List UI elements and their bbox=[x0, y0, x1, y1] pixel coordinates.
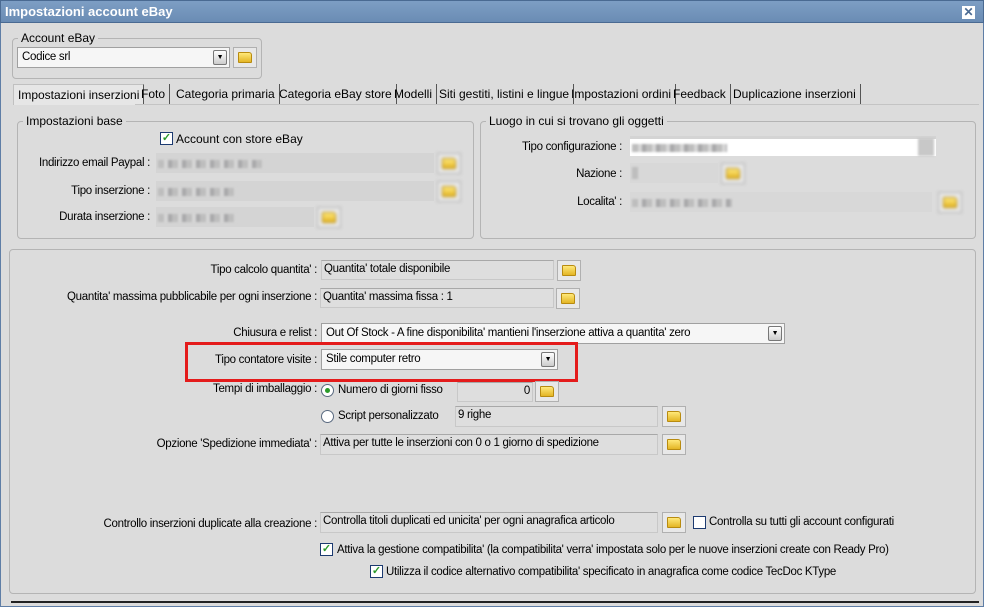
tempi-label: Tempi di imballaggio : bbox=[213, 383, 317, 395]
tab-siti-gestiti[interactable]: Siti gestiti, listini e lingue bbox=[435, 84, 575, 105]
chiusura-select-value: Out Of Stock - A fine disponibilita' man… bbox=[326, 327, 691, 339]
giorni-fisso-field[interactable]: 0 bbox=[457, 382, 533, 402]
spedizione-folder-button[interactable] bbox=[662, 434, 686, 455]
tecdoc-label: Utilizza il codice alternativo compatibi… bbox=[386, 566, 837, 578]
bottom-divider bbox=[11, 601, 979, 603]
compat-checkbox[interactable]: ✓ bbox=[320, 543, 333, 556]
calcolo-field[interactable]: Quantita' totale disponibile bbox=[321, 260, 554, 280]
tab-duplicazione-inserzioni[interactable]: Duplicazione inserzioni bbox=[729, 84, 861, 105]
spedizione-label: Opzione 'Spedizione immediata' : bbox=[156, 438, 318, 450]
massima-field[interactable]: Quantita' massima fissa : 1 bbox=[320, 288, 554, 308]
script-field[interactable]: 9 righe bbox=[455, 406, 658, 427]
localita-folder-button[interactable] bbox=[938, 192, 962, 213]
folder-icon bbox=[238, 52, 252, 63]
account-folder-button[interactable] bbox=[233, 47, 257, 68]
all-accounts-label: Controlla su tutti gli account configura… bbox=[709, 516, 894, 528]
massima-folder-button[interactable] bbox=[556, 288, 580, 309]
compat-label: Attiva la gestione compatibilita' (la co… bbox=[337, 544, 889, 556]
folder-icon bbox=[667, 517, 681, 528]
config-label: Tipo configurazione : bbox=[521, 141, 622, 153]
giorni-folder-button[interactable] bbox=[535, 381, 559, 402]
tipo-inserzione-folder-button[interactable] bbox=[437, 181, 461, 202]
tab-foto[interactable]: Foto bbox=[137, 84, 171, 105]
nazione-folder-button[interactable] bbox=[721, 163, 745, 184]
durata-field[interactable] bbox=[156, 207, 314, 227]
folder-icon bbox=[726, 168, 740, 179]
contatore-select[interactable]: Stile computer retro ▼ bbox=[321, 349, 558, 370]
chiusura-label: Chiusura e relist : bbox=[233, 327, 317, 339]
folder-icon bbox=[667, 439, 681, 450]
durata-folder-button[interactable] bbox=[317, 207, 341, 228]
radio-giorni-fisso-label: Numero di giorni fisso bbox=[338, 384, 443, 396]
chevron-down-icon[interactable]: ▼ bbox=[541, 352, 555, 367]
tipo-inserzione-field[interactable] bbox=[156, 181, 434, 201]
chiusura-select[interactable]: Out Of Stock - A fine disponibilita' man… bbox=[321, 323, 785, 344]
account-select[interactable]: Codice srl ▼ bbox=[17, 47, 230, 68]
tipo-inserzione-label: Tipo inserzione : bbox=[71, 185, 150, 197]
contatore-select-value: Stile computer retro bbox=[326, 353, 421, 365]
folder-icon bbox=[562, 265, 576, 276]
localita-label: Localita' : bbox=[577, 196, 622, 208]
tecdoc-checkbox[interactable]: ✓ bbox=[370, 565, 383, 578]
folder-icon bbox=[943, 197, 957, 208]
radio-script[interactable] bbox=[321, 410, 334, 423]
base-group-label: Impostazioni base bbox=[23, 114, 126, 128]
all-accounts-checkbox[interactable] bbox=[693, 516, 706, 529]
localita-field[interactable] bbox=[630, 192, 932, 212]
folder-icon bbox=[540, 386, 554, 397]
duplicate-folder-button[interactable] bbox=[662, 512, 686, 533]
chevron-down-icon[interactable]: ▼ bbox=[768, 326, 782, 341]
tab-feedback[interactable]: Feedback bbox=[669, 84, 731, 105]
folder-icon bbox=[442, 158, 456, 169]
contatore-label: Tipo contatore visite : bbox=[215, 354, 317, 366]
calcolo-folder-button[interactable] bbox=[557, 260, 581, 281]
account-group-label: Account eBay bbox=[18, 31, 99, 45]
close-button[interactable]: ✕ bbox=[962, 6, 975, 19]
tab-modelli[interactable]: Modelli bbox=[390, 84, 438, 105]
chevron-down-icon[interactable]: ▼ bbox=[213, 50, 227, 65]
nazione-label: Nazione : bbox=[576, 168, 622, 180]
store-checkbox[interactable]: ✓ bbox=[160, 132, 173, 145]
calcolo-label: Tipo calcolo quantita' : bbox=[210, 264, 318, 276]
chevron-down-icon[interactable] bbox=[918, 138, 934, 156]
folder-icon bbox=[561, 293, 575, 304]
nazione-field[interactable] bbox=[630, 163, 718, 183]
script-folder-button[interactable] bbox=[662, 406, 686, 427]
duplicate-field[interactable]: Controlla titoli duplicati ed unicita' p… bbox=[320, 512, 658, 533]
folder-icon bbox=[322, 212, 336, 223]
tab-impostazioni-ordini[interactable]: Impostazioni ordini bbox=[567, 84, 677, 105]
account-select-value: Codice srl bbox=[22, 51, 71, 63]
store-checkbox-label: Account con store eBay bbox=[176, 132, 303, 146]
email-field[interactable] bbox=[156, 153, 434, 173]
radio-script-label: Script personalizzato bbox=[338, 410, 439, 422]
tab-impostazioni-inserzioni[interactable]: Impostazioni inserzioni bbox=[13, 84, 145, 105]
duplicate-label: Controllo inserzioni duplicate alla crea… bbox=[103, 518, 318, 530]
config-select[interactable] bbox=[630, 136, 936, 156]
tab-categoria-ebay-store[interactable]: Categoria eBay store bbox=[275, 84, 397, 105]
radio-giorni-fisso[interactable] bbox=[321, 384, 334, 397]
durata-label: Durata inserzione : bbox=[59, 211, 150, 223]
email-folder-button[interactable] bbox=[437, 153, 461, 174]
window-title: Impostazioni account eBay bbox=[5, 4, 173, 19]
luogo-group-label: Luogo in cui si trovano gli oggetti bbox=[486, 114, 667, 128]
tab-divider bbox=[135, 104, 979, 105]
spedizione-field[interactable]: Attiva per tutte le inserzioni con 0 o 1… bbox=[320, 434, 658, 455]
folder-icon bbox=[667, 411, 681, 422]
tab-categoria-primaria[interactable]: Categoria primaria bbox=[172, 84, 280, 105]
email-label: Indirizzo email Paypal : bbox=[38, 157, 150, 169]
massima-label: Quantita' massima pubblicabile per ogni … bbox=[67, 291, 317, 303]
folder-icon bbox=[442, 186, 456, 197]
